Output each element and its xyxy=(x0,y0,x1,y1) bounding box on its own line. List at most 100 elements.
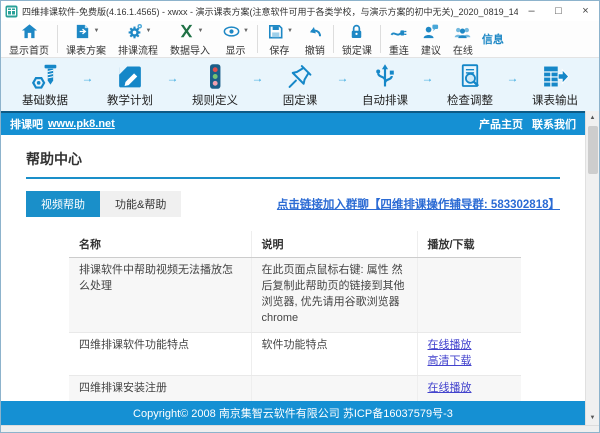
maximize-button[interactable]: □ xyxy=(545,2,572,21)
table-row[interactable]: 排课软件中帮助视频无法播放怎么处理 在此页面点鼠标右键: 属性 然后复制此帮助页… xyxy=(69,258,521,333)
hd-download-link[interactable]: 高清下载 xyxy=(428,355,472,367)
excel-icon xyxy=(177,22,196,41)
toolbar-button-label: 排课流程 xyxy=(118,42,158,57)
workflow-arrow-icon: → xyxy=(330,71,355,98)
title-divider xyxy=(26,177,560,179)
toolbar-button-label: 撤销 xyxy=(305,42,325,57)
row-links xyxy=(417,258,521,333)
inspect-doc-icon xyxy=(455,62,485,91)
copyright-text: Copyright© 2008 南京集智云软件有限公司 苏ICP备1603757… xyxy=(133,405,453,421)
toolbar-button-undo[interactable]: 撤销 xyxy=(299,22,331,56)
people-icon xyxy=(453,22,472,41)
workflow-step-label: 规则定义 xyxy=(192,92,238,108)
site-url-link[interactable]: www.pk8.net xyxy=(48,118,115,130)
toolbar-button-import[interactable]: ▼ 数据导入 xyxy=(164,22,216,56)
play-online-link[interactable]: 在线播放 xyxy=(428,339,472,351)
workflow-step-auto-schedule[interactable]: 自动排课 xyxy=(355,62,415,108)
help-page: 帮助中心 视频帮助 功能&帮助 点击链接加入群聊【四维排课操作辅导群: 5833… xyxy=(1,135,585,401)
toolbar-separator xyxy=(333,25,334,53)
plan-icon xyxy=(73,22,92,41)
pushpin-icon xyxy=(285,62,315,91)
help-tabs: 视频帮助 功能&帮助 点击链接加入群聊【四维排课操作辅导群: 583302818… xyxy=(26,191,560,217)
info-label[interactable]: 信息 xyxy=(482,31,504,47)
toolbar-button-process[interactable]: ▼ 排课流程 xyxy=(112,22,164,56)
app-window: 四维排课软件-免费版(4.16.1.4565) - xwxx - 演示课表方案(… xyxy=(0,0,600,433)
toolbar-button-plan[interactable]: ▼ 课表方案 xyxy=(60,22,112,56)
workflow-step-label: 检查调整 xyxy=(447,92,493,108)
tab-video-help[interactable]: 视频帮助 xyxy=(26,191,100,217)
toolbar-button-label: 保存 xyxy=(269,42,289,57)
toolbar-separator xyxy=(380,25,381,53)
traffic-light-icon xyxy=(200,62,230,91)
eye-icon xyxy=(222,22,241,41)
vertical-scrollbar[interactable]: ▲ ▼ xyxy=(585,111,599,425)
workflow-step-check-adjust[interactable]: 检查调整 xyxy=(440,62,500,108)
chevron-down-icon: ▼ xyxy=(287,28,293,34)
play-online-link[interactable]: 在线播放 xyxy=(428,382,472,394)
workflow-arrow-icon: → xyxy=(415,71,440,98)
person-bubble-icon xyxy=(421,22,440,41)
workflow-arrow-icon: → xyxy=(500,71,525,98)
row-name: 排课软件中帮助视频无法播放怎么处理 xyxy=(69,258,251,333)
toolbar-button-label: 显示 xyxy=(225,42,245,57)
table-header-row: 名称 说明 播放/下载 xyxy=(69,231,521,258)
minimize-button[interactable]: – xyxy=(518,2,545,21)
branch-icon xyxy=(370,62,400,91)
toolbar-button-display[interactable]: ▼ 显示 xyxy=(216,22,255,56)
row-name: 四维排课软件功能特点 xyxy=(69,332,251,375)
toolbar-button-online[interactable]: 在线 xyxy=(447,22,479,56)
workflow-step-label: 自动排课 xyxy=(362,92,408,108)
table-row[interactable]: 四维排课软件功能特点 软件功能特点 在线播放高清下载 xyxy=(69,332,521,375)
scroll-up-icon[interactable]: ▲ xyxy=(586,111,600,125)
toolbar-button-label: 显示首页 xyxy=(9,42,49,57)
home-icon xyxy=(20,22,39,41)
toolbar-button-lock[interactable]: 锁定课 xyxy=(336,22,378,56)
workflow-step-rules[interactable]: 规则定义 xyxy=(185,62,245,108)
workflow-step-label: 固定课 xyxy=(283,92,318,108)
workflow-ribbon: 基础数据 → 教学计划 → 规则定义 → 固定课 → 自动排课 → 检查调整 → xyxy=(1,58,599,111)
column-header-name: 名称 xyxy=(69,231,251,258)
workflow-step-fixed-class[interactable]: 固定课 xyxy=(270,62,330,108)
toolbar-button-reconnect[interactable]: 重连 xyxy=(383,22,415,56)
workflow-step-output[interactable]: 课表输出 xyxy=(525,62,585,108)
row-links: 在线播放高清下载 xyxy=(417,332,521,375)
help-table: 名称 说明 播放/下载 排课软件中帮助视频无法播放怎么处理 在此页面点鼠标右键:… xyxy=(69,231,521,401)
workflow-step-basic-data[interactable]: 基础数据 xyxy=(15,62,75,108)
window-bottom-edge xyxy=(1,425,599,432)
contact-us-link[interactable]: 联系我们 xyxy=(532,116,576,132)
toolbar-button-save[interactable]: ▼ 保存 xyxy=(260,22,299,56)
site-navbar: 排课吧 www.pk8.net 产品主页 联系我们 xyxy=(1,111,585,135)
scroll-down-icon[interactable]: ▼ xyxy=(586,411,600,425)
help-browser: 排课吧 www.pk8.net 产品主页 联系我们 帮助中心 视频帮助 功能&帮… xyxy=(1,111,599,425)
site-brand: 排课吧 xyxy=(10,116,43,132)
toolbar-button-label: 课表方案 xyxy=(66,42,106,57)
tab-function-help[interactable]: 功能&帮助 xyxy=(100,191,181,217)
table-export-icon xyxy=(540,62,570,91)
close-button[interactable]: × xyxy=(572,2,599,21)
page-title: 帮助中心 xyxy=(26,149,560,169)
row-name: 四维排课安装注册 xyxy=(69,375,251,401)
product-home-link[interactable]: 产品主页 xyxy=(479,116,523,132)
qq-group-link[interactable]: 点击链接加入群聊【四维排课操作辅导群: 583302818】 xyxy=(277,196,560,212)
toolbar-button-suggest[interactable]: 建议 xyxy=(415,22,447,56)
workflow-step-teaching-plan[interactable]: 教学计划 xyxy=(100,62,160,108)
toolbar-button-show-home[interactable]: 显示首页 xyxy=(3,22,55,56)
row-desc: 软件功能特点 xyxy=(251,332,417,375)
workflow-step-label: 课表输出 xyxy=(532,92,578,108)
workflow-arrow-icon: → xyxy=(75,71,100,98)
scrollbar-thumb[interactable] xyxy=(588,126,598,174)
chevron-down-icon: ▼ xyxy=(243,28,249,34)
help-table-body: 排课软件中帮助视频无法播放怎么处理 在此页面点鼠标右键: 属性 然后复制此帮助页… xyxy=(69,258,521,402)
chevron-down-icon: ▼ xyxy=(146,28,152,34)
table-row[interactable]: 四维排课安装注册 在线播放 xyxy=(69,375,521,401)
app-icon xyxy=(5,5,18,18)
save-icon xyxy=(266,22,285,41)
footer-bar: Copyright© 2008 南京集智云软件有限公司 苏ICP备1603757… xyxy=(1,401,585,425)
toolbar-button-label: 在线 xyxy=(453,42,473,57)
lock-icon xyxy=(347,22,366,41)
row-links: 在线播放 xyxy=(417,375,521,401)
workflow-arrow-icon: → xyxy=(160,71,185,98)
workflow-step-label: 教学计划 xyxy=(107,92,153,108)
toolbar-button-label: 数据导入 xyxy=(170,42,210,57)
window-title: 四维排课软件-免费版(4.16.1.4565) - xwxx - 演示课表方案(… xyxy=(22,5,518,18)
